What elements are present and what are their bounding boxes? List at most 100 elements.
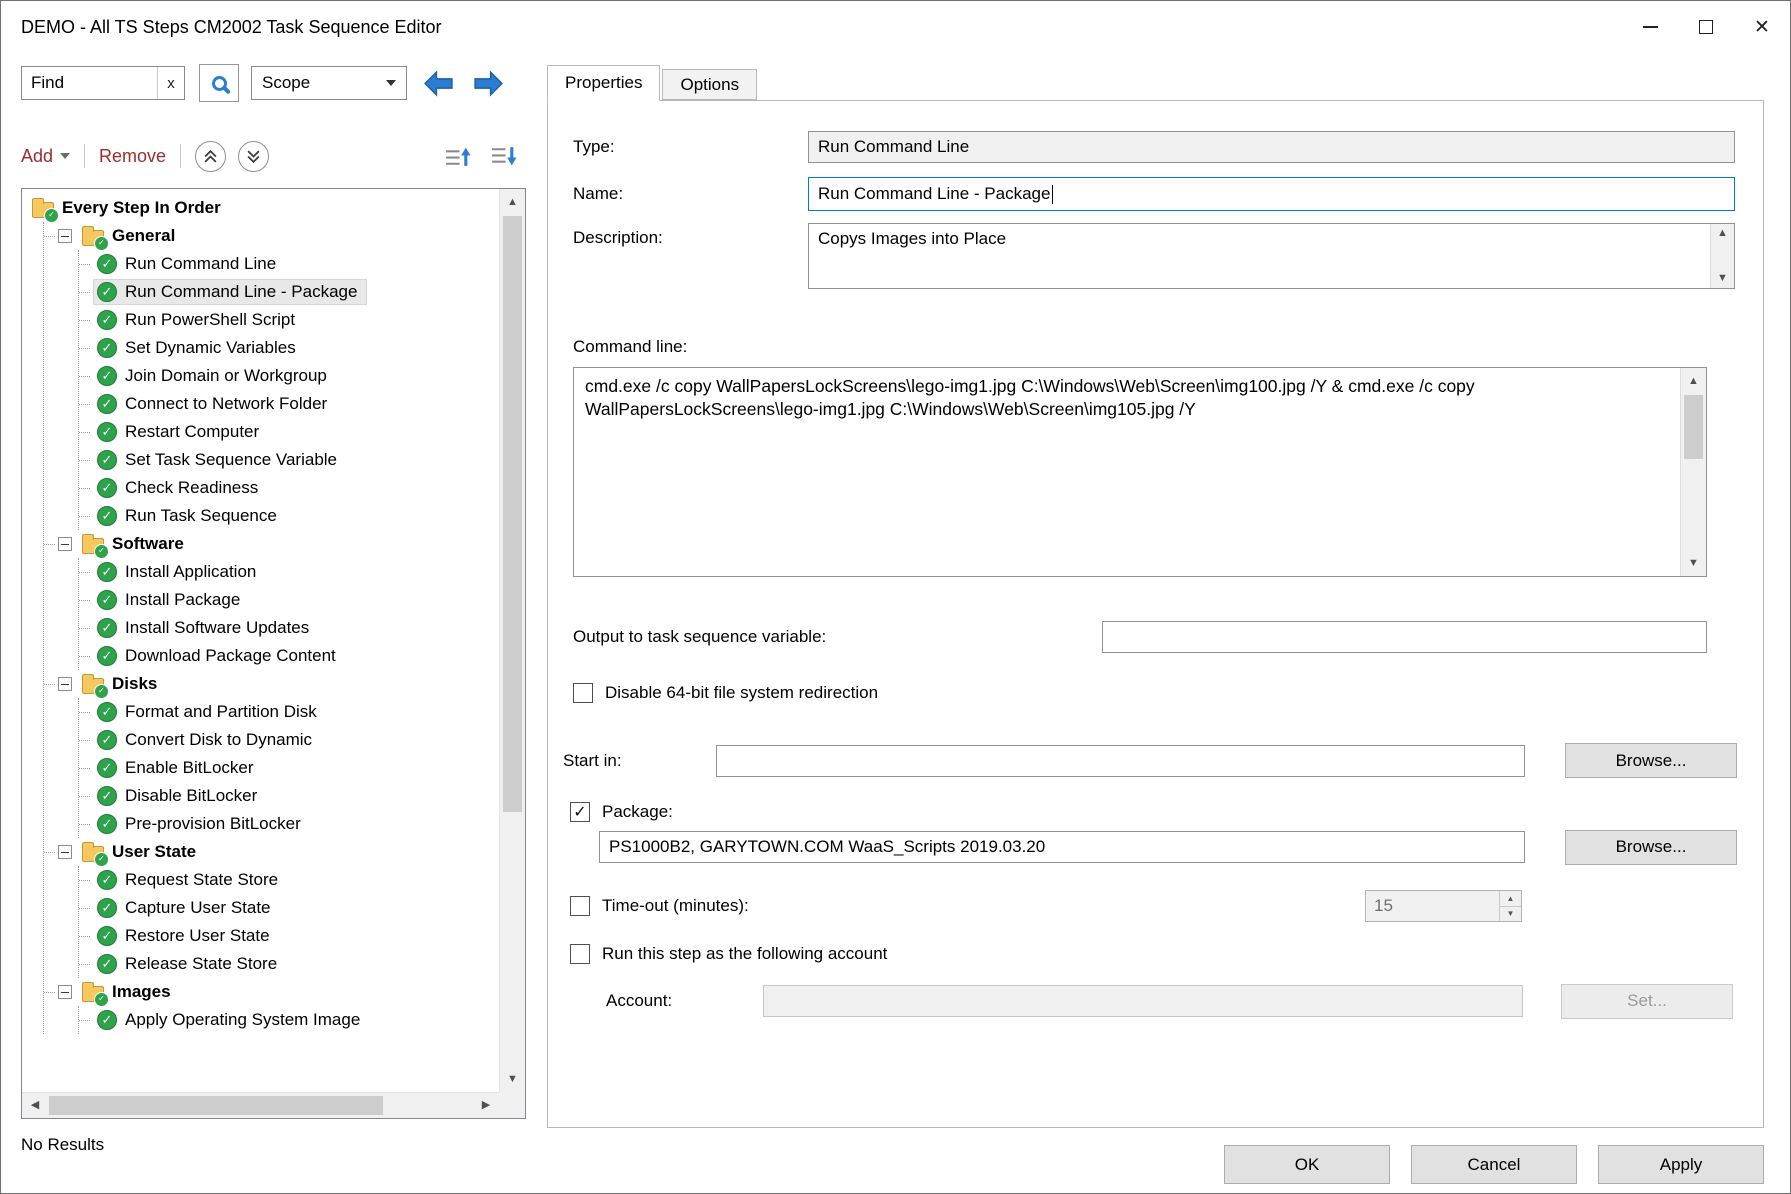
tree-step-item[interactable]: Enable BitLocker: [79, 754, 499, 782]
step-check-icon: [97, 254, 117, 274]
tree-node-body: Run Command Line - Package: [93, 279, 367, 305]
package-checkbox[interactable]: [570, 802, 590, 822]
collapse-toggle-icon[interactable]: [58, 985, 72, 999]
tree-step-item[interactable]: Pre-provision BitLocker: [79, 810, 499, 838]
add-button[interactable]: Add: [21, 146, 70, 167]
tree-step-item[interactable]: Request State Store: [79, 866, 499, 894]
type-field: Run Command Line: [808, 131, 1735, 163]
scroll-down-icon[interactable]: [1681, 550, 1706, 576]
scroll-up-icon[interactable]: [1717, 228, 1728, 239]
tree-root-item[interactable]: Every Step In Order: [28, 194, 499, 222]
disable-64bit-row: Disable 64-bit file system redirection: [573, 683, 1763, 703]
tree-step-item[interactable]: Set Dynamic Variables: [79, 334, 499, 362]
close-button[interactable]: [1734, 1, 1790, 53]
scroll-right-icon[interactable]: [473, 1093, 499, 1118]
scope-value: Scope: [262, 73, 310, 93]
tab-options[interactable]: Options: [662, 69, 757, 100]
tree-group-item[interactable]: User State: [44, 838, 499, 866]
tree-step-item[interactable]: Format and Partition Disk: [79, 698, 499, 726]
start-in-input[interactable]: [716, 745, 1525, 777]
start-in-browse-button[interactable]: Browse...: [1565, 743, 1737, 778]
tree-step-item[interactable]: Restart Computer: [79, 418, 499, 446]
tree-step-item[interactable]: Download Package Content: [79, 642, 499, 670]
collapse-all-button[interactable]: [195, 141, 226, 172]
collapse-toggle-icon[interactable]: [58, 845, 72, 859]
command-line-label: Command line:: [573, 337, 1763, 357]
timeout-checkbox[interactable]: [570, 896, 590, 916]
command-line-input[interactable]: cmd.exe /c copy WallPapersLockScreens\le…: [573, 367, 1707, 577]
tree-group-item[interactable]: Images: [44, 978, 499, 1006]
tree-item-label: Images: [112, 982, 171, 1002]
tree-step-item[interactable]: Run Task Sequence: [79, 502, 499, 530]
move-step-down-button[interactable]: [488, 142, 518, 170]
tree-step-item[interactable]: Convert Disk to Dynamic: [79, 726, 499, 754]
tree-vertical-scrollbar[interactable]: [499, 189, 525, 1092]
tree-step-item[interactable]: Disable BitLocker: [79, 782, 499, 810]
description-input[interactable]: Copys Images into Place: [808, 223, 1735, 289]
scroll-down-icon[interactable]: [500, 1066, 525, 1092]
run-as-checkbox[interactable]: [570, 944, 590, 964]
scroll-left-icon[interactable]: [22, 1093, 48, 1118]
vertical-scrollbar-thumb[interactable]: [503, 216, 522, 812]
expand-all-button[interactable]: [238, 141, 269, 172]
move-step-up-button[interactable]: [442, 142, 472, 170]
horizontal-scrollbar-thumb[interactable]: [49, 1096, 383, 1115]
command-line-scrollbar[interactable]: [1680, 368, 1706, 576]
tree-group-item[interactable]: Disks: [44, 670, 499, 698]
timeout-spinner[interactable]: 15: [1365, 890, 1522, 922]
cancel-button[interactable]: Cancel: [1411, 1145, 1577, 1184]
find-next-button[interactable]: [469, 66, 507, 100]
scroll-up-icon[interactable]: [500, 189, 525, 215]
scrollbar-thumb[interactable]: [1684, 395, 1703, 459]
tree-step-item[interactable]: Run Command Line: [79, 250, 499, 278]
maximize-button[interactable]: [1678, 1, 1734, 53]
find-clear-button[interactable]: x: [157, 67, 184, 99]
collapse-toggle-icon[interactable]: [58, 229, 72, 243]
tree-step-item[interactable]: Capture User State: [79, 894, 499, 922]
scroll-down-icon[interactable]: [1717, 273, 1728, 284]
tree-step-item[interactable]: Connect to Network Folder: [79, 390, 499, 418]
tree-node-body: Pre-provision BitLocker: [93, 811, 311, 837]
tree-step-item[interactable]: Release State Store: [79, 950, 499, 978]
remove-button[interactable]: Remove: [99, 146, 166, 167]
output-variable-input[interactable]: [1102, 621, 1707, 653]
spinner-buttons: [1499, 891, 1521, 921]
tree-horizontal-scrollbar[interactable]: [22, 1092, 499, 1118]
package-input[interactable]: PS1000B2, GARYTOWN.COM WaaS_Scripts 2019…: [599, 831, 1525, 863]
package-browse-button[interactable]: Browse...: [1565, 830, 1737, 865]
find-previous-button[interactable]: [419, 66, 457, 100]
name-input[interactable]: Run Command Line - Package: [808, 177, 1735, 211]
collapse-toggle-icon[interactable]: [58, 677, 72, 691]
tree-step-item[interactable]: Install Application: [79, 558, 499, 586]
tree-step-item[interactable]: Restore User State: [79, 922, 499, 950]
tree-item-label: Format and Partition Disk: [125, 702, 317, 722]
scroll-up-icon[interactable]: [1681, 368, 1706, 394]
tree-step-item[interactable]: Run PowerShell Script: [79, 306, 499, 334]
tree-node-body: Software: [78, 531, 194, 557]
spinner-up-icon[interactable]: [1500, 891, 1521, 907]
find-box: Find x: [21, 66, 185, 100]
tree-item-label: Connect to Network Folder: [125, 394, 327, 414]
tree-step-item[interactable]: Apply Operating System Image: [79, 1006, 499, 1034]
find-input[interactable]: Find: [22, 67, 157, 99]
apply-button[interactable]: Apply: [1598, 1145, 1764, 1184]
collapse-toggle-icon[interactable]: [58, 537, 72, 551]
spinner-down-icon[interactable]: [1500, 907, 1521, 922]
tree-step-item[interactable]: Install Package: [79, 586, 499, 614]
tab-bar: Properties Options: [547, 64, 1764, 100]
ok-button[interactable]: OK: [1224, 1145, 1390, 1184]
tree-step-item[interactable]: Check Readiness: [79, 474, 499, 502]
tree-step-item[interactable]: Install Software Updates: [79, 614, 499, 642]
tree-step-item[interactable]: Run Command Line - Package: [79, 278, 499, 306]
disable-64bit-checkbox[interactable]: [573, 683, 593, 703]
minimize-button[interactable]: [1622, 1, 1678, 53]
tab-properties[interactable]: Properties: [547, 65, 660, 101]
tree-group-item[interactable]: Software: [44, 530, 499, 558]
scope-dropdown[interactable]: Scope: [251, 66, 407, 100]
description-scrollbar[interactable]: [1710, 224, 1734, 288]
tree-item-label: Release State Store: [125, 954, 277, 974]
tree-step-item[interactable]: Set Task Sequence Variable: [79, 446, 499, 474]
search-button[interactable]: [199, 64, 239, 102]
tree-group-item[interactable]: General: [44, 222, 499, 250]
tree-step-item[interactable]: Join Domain or Workgroup: [79, 362, 499, 390]
